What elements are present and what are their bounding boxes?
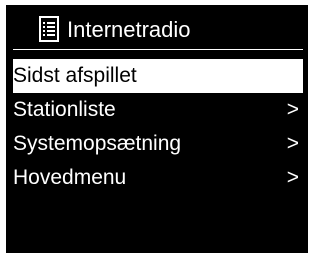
page-title: Internetradio — [67, 17, 191, 42]
menu-item-sidst-afspillet[interactable]: Sidst afspillet — [13, 59, 303, 93]
chevron-right-icon: > — [286, 98, 299, 121]
menu-item-label: Sidst afspillet — [13, 64, 137, 87]
menu-item-stationliste[interactable]: Stationliste > — [13, 93, 303, 127]
menu-item-label: Stationliste — [13, 98, 116, 121]
menu-item-hovedmenu[interactable]: Hovedmenu > — [13, 161, 303, 195]
chevron-right-icon: > — [286, 132, 299, 155]
menu-list: Sidst afspillet Stationliste > Systemops… — [13, 59, 303, 195]
menu-item-systemopsaetning[interactable]: Systemopsætning > — [13, 127, 303, 161]
menu-item-label: Hovedmenu — [13, 166, 127, 189]
chevron-right-icon: > — [286, 166, 299, 189]
menu-item-label: Systemopsætning — [13, 132, 182, 155]
list-document-icon — [39, 16, 59, 42]
header: Internetradio — [6, 5, 308, 47]
radio-display: Internetradio Sidst afspillet Stationlis… — [6, 5, 308, 253]
header-divider — [13, 49, 303, 50]
